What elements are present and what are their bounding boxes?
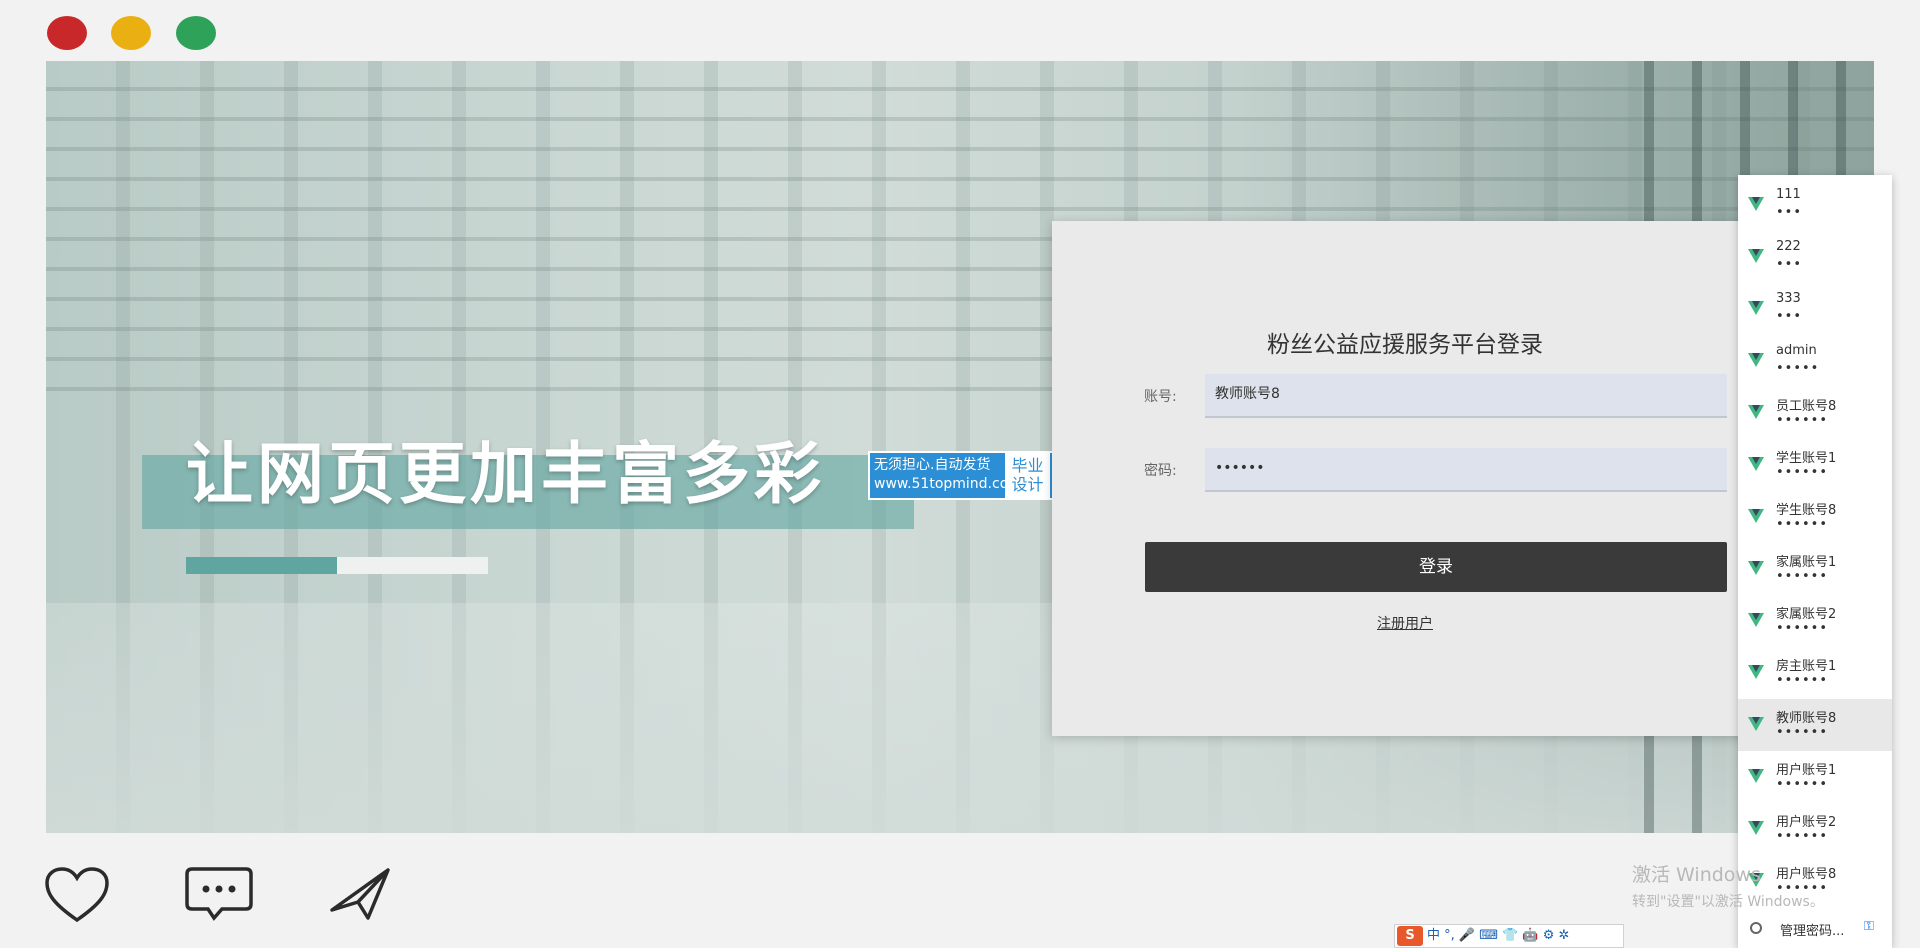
saved-credential-username: admin — [1776, 343, 1817, 358]
saved-credential-item[interactable]: admin ••••• — [1738, 335, 1892, 387]
promo-badge: 无须担心.自动发货 www.51topmind.com 毕业设计 — [868, 451, 1054, 500]
password-label: 密码: — [1144, 463, 1177, 479]
vue-logo-icon — [1748, 769, 1764, 783]
saved-credential-password-mask: ••• — [1776, 205, 1803, 220]
activate-line1: 激活 Windows — [1632, 864, 1761, 886]
heart-icon[interactable] — [44, 866, 110, 924]
saved-credential-username: 333 — [1776, 291, 1801, 306]
saved-credential-username: 学生账号8 — [1776, 503, 1837, 518]
login-card: 粉丝公益应援服务平台登录 账号: 教师账号8 密码: •••••• 登录 注册用… — [1052, 221, 1758, 736]
saved-credential-username: 222 — [1776, 239, 1801, 254]
saved-credential-password-mask: ••• — [1776, 257, 1803, 272]
saved-credential-password-mask: •••••• — [1776, 465, 1829, 480]
vue-logo-icon — [1748, 405, 1764, 419]
saved-credential-item[interactable]: 用户账号1 •••••• — [1738, 751, 1892, 803]
minimize-dot-icon[interactable] — [111, 16, 151, 50]
saved-credential-password-mask: •••••• — [1776, 621, 1829, 636]
key-icon: ⚿ — [1864, 919, 1874, 934]
close-dot-icon[interactable] — [47, 16, 87, 50]
saved-credential-username: 家属账号2 — [1776, 607, 1837, 622]
sogou-logo-icon: S — [1397, 926, 1423, 946]
saved-credential-item[interactable]: 房主账号1 •••••• — [1738, 647, 1892, 699]
saved-credential-password-mask: •••••• — [1776, 725, 1829, 740]
saved-credential-username: 教师账号8 — [1776, 711, 1837, 726]
manage-passwords-label: 管理密码... — [1780, 924, 1845, 939]
vue-logo-icon — [1748, 301, 1764, 315]
saved-credential-item[interactable]: 家属账号1 •••••• — [1738, 543, 1892, 595]
vue-logo-icon — [1748, 561, 1764, 575]
saved-credential-username: 家属账号1 — [1776, 555, 1837, 570]
promo-badge-side: 毕业设计 — [1005, 453, 1050, 498]
saved-credential-password-mask: •••••• — [1776, 517, 1829, 532]
saved-credential-item[interactable]: 家属账号2 •••••• — [1738, 595, 1892, 647]
saved-credential-password-mask: •••••• — [1776, 413, 1829, 428]
login-title: 粉丝公益应援服务平台登录 — [1267, 332, 1543, 358]
vue-logo-icon — [1748, 613, 1764, 627]
send-icon[interactable] — [328, 866, 392, 922]
saved-credential-item[interactable]: 111 ••• — [1738, 179, 1892, 231]
vue-logo-icon — [1748, 197, 1764, 211]
saved-credential-password-mask: ••• — [1776, 309, 1803, 324]
account-input[interactable]: 教师账号8 — [1205, 374, 1727, 418]
comment-icon[interactable] — [184, 866, 254, 922]
hero-progress-fill — [186, 557, 337, 574]
vue-logo-icon — [1748, 717, 1764, 731]
hero-progress-bar — [186, 557, 488, 574]
saved-credential-item[interactable]: 学生账号8 •••••• — [1738, 491, 1892, 543]
saved-credential-item[interactable]: 员工账号8 •••••• — [1738, 387, 1892, 439]
hero-headline: 让网页更加丰富多彩 — [186, 435, 825, 513]
vue-logo-icon — [1748, 665, 1764, 679]
promo-badge-line2: www.51topmind.com — [874, 476, 1022, 492]
promo-badge-line1: 无须担心.自动发货 — [874, 457, 991, 473]
vue-logo-icon — [1748, 353, 1764, 367]
saved-credential-password-mask: •••••• — [1776, 569, 1829, 584]
saved-credential-username: 用户账号2 — [1776, 815, 1837, 830]
saved-credential-username: 员工账号8 — [1776, 399, 1837, 414]
account-label: 账号: — [1144, 389, 1177, 405]
saved-credential-password-mask: ••••• — [1776, 361, 1820, 376]
activate-line2: 转到"设置"以激活 Windows。 — [1632, 894, 1824, 910]
vue-logo-icon — [1748, 821, 1764, 835]
saved-credential-password-mask: •••••• — [1776, 777, 1829, 792]
saved-credential-password-mask: •••••• — [1776, 673, 1829, 688]
saved-credential-item[interactable]: 学生账号1 •••••• — [1738, 439, 1892, 491]
saved-credential-username: 111 — [1776, 187, 1801, 202]
vue-logo-icon — [1748, 509, 1764, 523]
saved-credential-username: 学生账号1 — [1776, 451, 1837, 466]
saved-credential-item[interactable]: 用户账号2 •••••• — [1738, 803, 1892, 855]
chrome-icon — [1750, 922, 1762, 934]
password-autofill-dropdown: 111 ••• 222 ••• 333 ••• admin ••••• 员工账号8 •••••• 学… — [1738, 175, 1892, 948]
saved-credential-item[interactable]: 教师账号8 •••••• — [1738, 699, 1892, 751]
ime-toolbar[interactable]: S 中 °, 🎤 ⌨ 👕 🤖 ⚙ ✲ — [1394, 924, 1624, 948]
saved-credential-item[interactable]: 333 ••• — [1738, 283, 1892, 335]
vue-logo-icon — [1748, 457, 1764, 471]
ime-toolbar-icons: 中 °, 🎤 ⌨ 👕 🤖 ⚙ ✲ — [1427, 928, 1570, 943]
saved-credential-username: 房主账号1 — [1776, 659, 1837, 674]
password-input[interactable]: •••••• — [1205, 448, 1727, 492]
manage-passwords-row[interactable]: 管理密码... ⚿ — [1738, 917, 1892, 943]
maximize-dot-icon[interactable] — [176, 16, 216, 50]
activate-windows-watermark: 激活 Windows 转到"设置"以激活 Windows。 — [1632, 860, 1824, 911]
saved-credential-item[interactable]: 222 ••• — [1738, 231, 1892, 283]
register-link[interactable]: 注册用户 — [1052, 613, 1758, 633]
vue-logo-icon — [1748, 249, 1764, 263]
saved-credential-username: 用户账号1 — [1776, 763, 1837, 778]
login-button[interactable]: 登录 — [1145, 542, 1727, 592]
saved-credential-password-mask: •••••• — [1776, 829, 1829, 844]
